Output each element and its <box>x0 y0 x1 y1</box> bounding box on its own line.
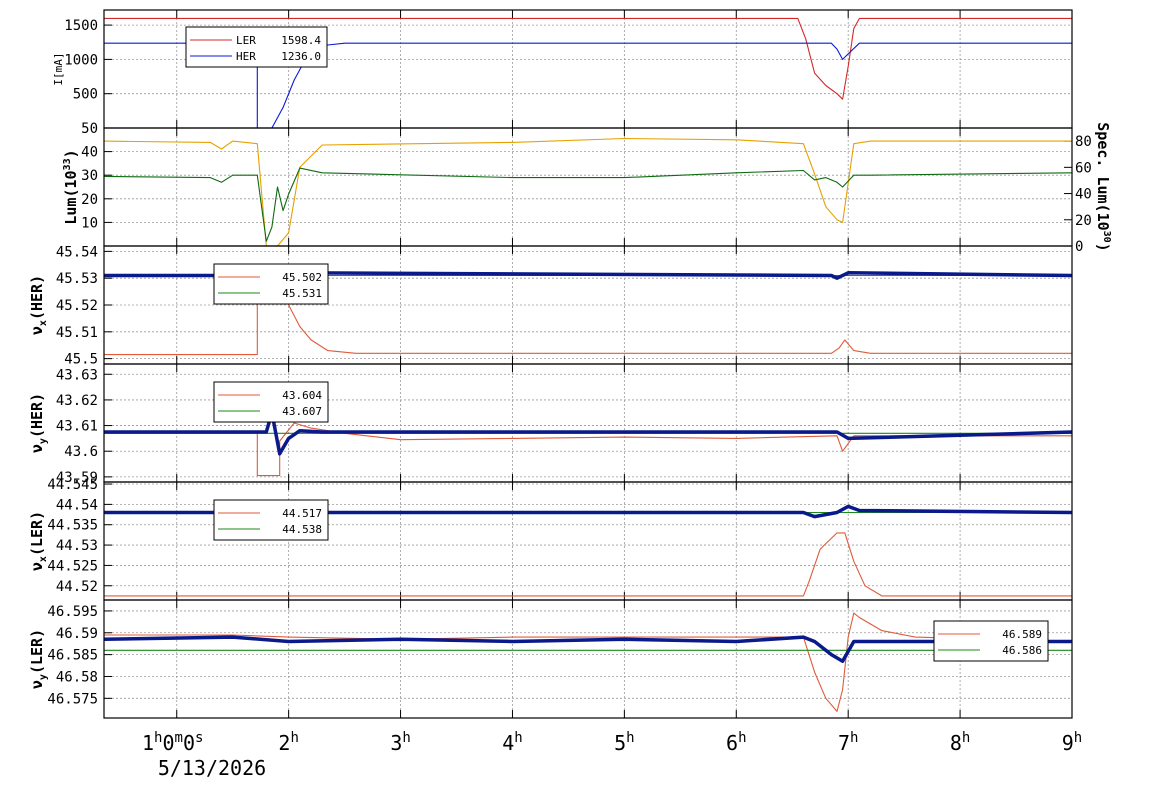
legend-nux_ler: 44.517 44.538 <box>213 499 329 541</box>
y-axis-label: I[mA] <box>52 52 65 85</box>
y2-tick-label: 80 <box>1075 134 1092 150</box>
x-tick-label: 2h <box>278 730 298 755</box>
x-tick-label: 4h <box>502 730 522 755</box>
y-tick-label: 500 <box>73 87 98 103</box>
y-tick-label: 46.59 <box>56 626 98 642</box>
y-tick-label: 1000 <box>64 52 98 68</box>
multi-panel-time-chart: 500 1000 1500 I[mA] LER 1598.4 HER 1236.0 10 20 30… <box>0 0 1154 782</box>
y-tick-label: 20 <box>81 192 98 208</box>
y-tick-label: 40 <box>81 145 98 161</box>
legend-value: 44.538 <box>282 523 322 536</box>
y-axis-label: νy(HER) <box>28 393 49 453</box>
y-tick-label: 45.54 <box>56 244 98 260</box>
series-line-luminosity-1 <box>103 167 1073 242</box>
y-tick-label: 46.595 <box>47 604 98 620</box>
y-tick-label: 44.545 <box>47 477 98 493</box>
panel-frame-luminosity <box>103 127 1073 247</box>
y-tick-label: 43.62 <box>56 393 98 409</box>
legend-value: 46.589 <box>1002 628 1042 641</box>
y2-axis-label: Spec. Lum(1030) <box>1094 122 1112 251</box>
y-tick-label: 43.61 <box>56 419 98 435</box>
x-tick-label: 1h0m0s <box>142 730 203 755</box>
y-tick-label: 50 <box>81 121 98 137</box>
y-axis-label: νy(LER) <box>28 629 49 689</box>
y-tick-label: 43.6 <box>64 444 98 460</box>
legend-nux_her: 45.502 45.531 <box>213 263 329 305</box>
legend-value: 45.502 <box>282 271 322 284</box>
y-tick-label: 46.585 <box>47 648 98 664</box>
panel-frame-nuy_ler <box>103 599 1073 719</box>
y2-tick-label: 0 <box>1075 239 1083 255</box>
x-tick-label: 3h <box>390 730 410 755</box>
y-tick-label: 44.52 <box>56 579 98 595</box>
legend-value: 46.586 <box>1002 644 1042 657</box>
y-tick-label: 1500 <box>64 18 98 34</box>
series-line-nuy_ler-2 <box>103 635 1072 663</box>
series-line-nuy_ler-0 <box>104 612 1073 712</box>
y-axis-label: νx(LER) <box>28 511 49 571</box>
legend-nuy_ler: 46.589 46.586 <box>933 620 1049 662</box>
legend-value: 44.517 <box>282 507 322 520</box>
y-tick-label: 45.52 <box>56 298 98 314</box>
y-axis-label: νx(HER) <box>28 275 49 335</box>
x-tick-label: 6h <box>726 730 746 755</box>
chart-svg: 50010001500I[mA]LER 1598.4HER 1236.0102030… <box>28 9 1112 780</box>
y-tick-label: 44.525 <box>47 558 98 574</box>
y-tick-label: 10 <box>81 215 98 231</box>
y2-tick-label: 60 <box>1075 160 1092 176</box>
x-tick-label: 9h <box>1062 730 1082 755</box>
legend-label: LER <box>236 34 256 47</box>
series-line-nux_ler-0 <box>104 532 1072 597</box>
y-tick-label: 46.575 <box>47 691 98 707</box>
y-tick-label: 44.54 <box>56 497 98 513</box>
x-tick-label: 5h <box>614 730 634 755</box>
legend-value: 43.607 <box>282 405 322 418</box>
legend-value: 1598.4 <box>281 34 321 47</box>
y-tick-label: 43.63 <box>56 367 98 383</box>
legend-value: 45.531 <box>282 287 322 300</box>
x-tick-label: 7h <box>838 730 858 755</box>
y2-tick-label: 40 <box>1075 187 1092 203</box>
y-tick-label: 46.58 <box>56 669 98 685</box>
y-tick-label: 44.535 <box>47 518 98 534</box>
x-tick-label: 8h <box>950 730 970 755</box>
y-tick-label: 30 <box>81 168 98 184</box>
y-tick-label: 45.51 <box>56 325 98 341</box>
legend-value: 43.604 <box>282 389 322 402</box>
y-tick-label: 44.53 <box>56 538 98 554</box>
y2-tick-label: 20 <box>1075 213 1092 229</box>
y-tick-label: 45.5 <box>64 352 98 368</box>
legend-current: LER 1598.4 HER 1236.0 <box>185 26 328 68</box>
y-axis-label: Lum(1033) <box>62 149 80 224</box>
series-line-luminosity-0 <box>103 137 1072 247</box>
legend-value: 1236.0 <box>281 50 321 63</box>
legend-nuy_her: 43.604 43.607 <box>213 381 329 423</box>
y-tick-label: 45.53 <box>56 271 98 287</box>
legend-label: HER <box>236 50 256 63</box>
date-label: 5/13/2026 <box>158 756 266 780</box>
